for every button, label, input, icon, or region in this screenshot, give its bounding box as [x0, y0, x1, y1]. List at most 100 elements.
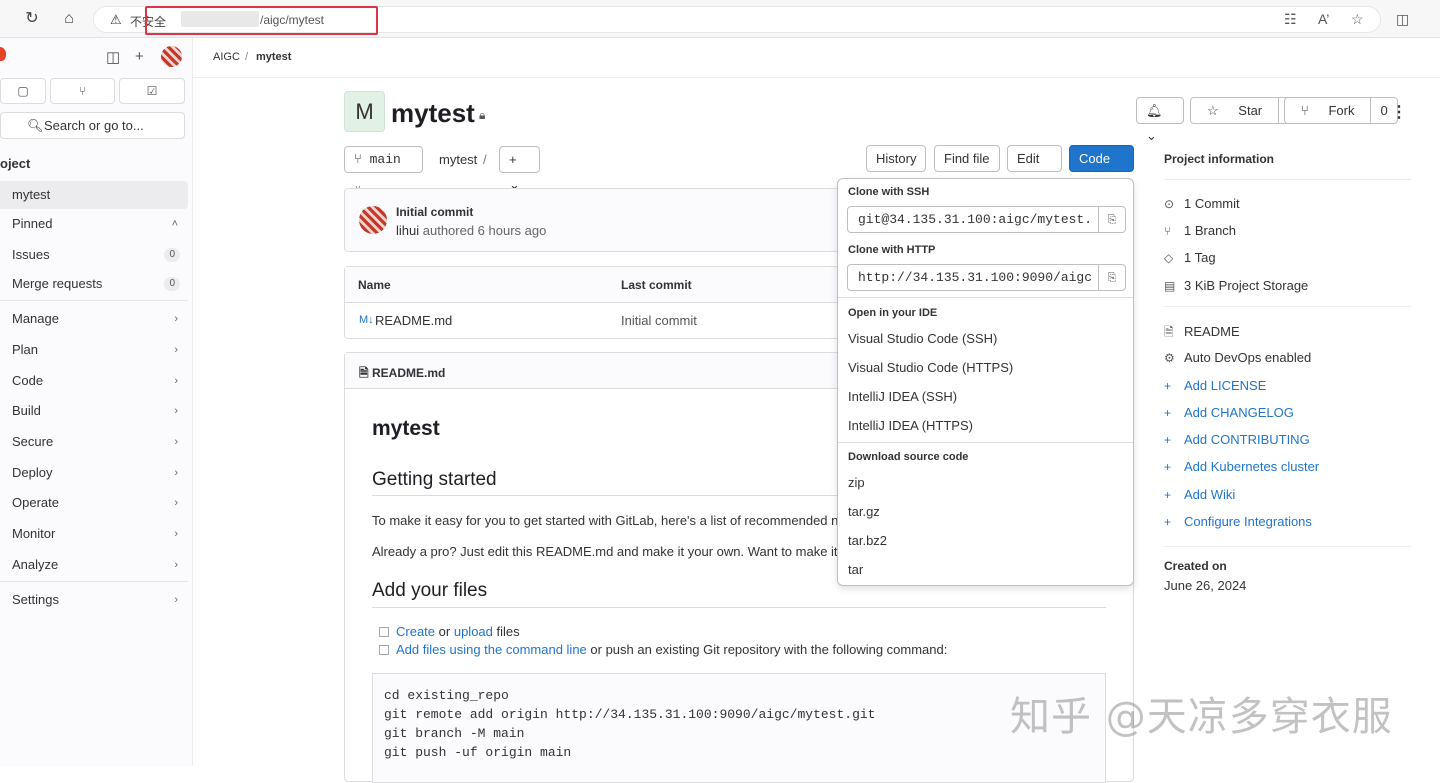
storage-stat[interactable]: ▤ 3 KiB Project Storage: [1164, 278, 1308, 293]
sidebar-item-pinned[interactable]: Pinned ˄: [0, 210, 188, 238]
url-highlight-box: [145, 6, 378, 35]
code-button[interactable]: Code ⌄: [1069, 145, 1134, 191]
created-label: Created on: [1164, 559, 1227, 573]
ide-intellij-ssh[interactable]: IntelliJ IDEA (SSH): [848, 389, 957, 404]
plus-icon: +: [1164, 515, 1172, 529]
sidebar: ◫ + ▢ ⑂ ☑ 🔍︎ Search or go to... oject my…: [0, 38, 193, 766]
todo-shortcut-button[interactable]: ☑: [119, 78, 185, 104]
code-line: cd existing_repo: [384, 688, 509, 703]
read-aloud-icon[interactable]: A’: [1318, 11, 1329, 27]
task-item: Add files using the command line or push…: [379, 642, 947, 657]
ide-vscode-ssh[interactable]: Visual Studio Code (SSH): [848, 331, 997, 346]
page-title: mytest: [391, 98, 475, 128]
sidebar-item-analyze[interactable]: Analyze ›: [0, 551, 188, 579]
commit-author-avatar[interactable]: [359, 206, 387, 234]
breadcrumb-project[interactable]: mytest: [256, 51, 291, 63]
file-icon: 🗎︎: [359, 366, 369, 380]
commits-stat[interactable]: ⊙ 1 Commit: [1164, 196, 1240, 211]
star-icon[interactable]: ☆: [1351, 11, 1364, 28]
repo-path[interactable]: mytest: [439, 152, 477, 167]
notifications-button[interactable]: 🔔︎ ⌄: [1136, 97, 1184, 143]
chevron-up-icon: ˄: [171, 218, 178, 230]
clone-ssh-label: Clone with SSH: [848, 186, 930, 198]
sidebar-item-deploy[interactable]: Deploy ›: [0, 459, 188, 487]
split-view-icon[interactable]: ◫: [1396, 11, 1409, 28]
sidebar-item-manage[interactable]: Manage ›: [0, 305, 188, 333]
gitlab-logo-icon[interactable]: [0, 47, 6, 61]
sidebar-item-operate[interactable]: Operate ›: [0, 489, 188, 517]
add-to-tree-button[interactable]: + ⌄: [499, 146, 540, 192]
clone-ssh-input[interactable]: git@34.135.31.100:aigc/mytest.gi ⎘: [847, 206, 1126, 233]
sidebar-toggle-icon[interactable]: ◫: [106, 48, 120, 66]
branches-stat[interactable]: ⑂ 1 Branch: [1164, 223, 1236, 238]
edit-button[interactable]: Edit ⌄: [1007, 145, 1062, 191]
search-button[interactable]: 🔍︎ Search or go to...: [0, 112, 185, 139]
branch-selector[interactable]: ⑂ main ⌄: [344, 146, 423, 192]
bell-icon: 🔔︎: [1146, 103, 1163, 118]
sidebar-item-code[interactable]: Code ›: [0, 367, 188, 395]
sidebar-item-settings[interactable]: Settings ›: [0, 586, 188, 614]
readme-h1: mytest: [372, 417, 440, 440]
sidebar-item-monitor[interactable]: Monitor ›: [0, 520, 188, 548]
sidebar-item-plan[interactable]: Plan ›: [0, 336, 188, 364]
commit-title[interactable]: Initial commit: [396, 205, 473, 219]
refresh-icon[interactable]: ↻: [23, 10, 41, 28]
star-icon: ☆: [1207, 103, 1219, 118]
user-avatar[interactable]: [161, 46, 182, 67]
commit-author: lihui: [396, 223, 420, 238]
chevron-right-icon: ›: [174, 528, 178, 540]
download-tar[interactable]: tar: [848, 562, 863, 577]
readme-link[interactable]: 🗎︎ README: [1164, 323, 1240, 344]
ide-intellij-https[interactable]: IntelliJ IDEA (HTTPS): [848, 418, 973, 433]
issues-shortcut-button[interactable]: ▢: [0, 78, 46, 104]
file-last-commit[interactable]: Initial commit: [621, 313, 697, 328]
copy-icon[interactable]: ⎘: [1098, 207, 1125, 232]
download-tar-bz2[interactable]: tar.bz2: [848, 533, 887, 548]
add-wiki-link[interactable]: + Add Wiki: [1164, 487, 1235, 502]
task-checkbox[interactable]: [379, 645, 389, 655]
sidebar-item-merge-requests[interactable]: Merge requests 0: [0, 270, 188, 298]
divider: [372, 607, 1106, 608]
sidebar-item-secure[interactable]: Secure ›: [0, 428, 188, 456]
plus-icon: +: [1164, 379, 1172, 393]
upload-link[interactable]: upload: [454, 624, 493, 639]
divider: [838, 297, 1133, 298]
home-icon[interactable]: ⌂: [60, 10, 78, 28]
divider: [1164, 306, 1411, 307]
add-license-link[interactable]: + Add LICENSE: [1164, 378, 1266, 393]
clone-http-input[interactable]: http://34.135.31.100:9090/aigc/m ⎘: [847, 264, 1126, 291]
breadcrumb-group[interactable]: AIGC: [213, 51, 240, 63]
breadcrumb: AIGC / mytest: [193, 38, 1440, 78]
plus-icon[interactable]: +: [135, 48, 144, 65]
add-kubernetes-link[interactable]: + Add Kubernetes cluster: [1164, 459, 1319, 474]
find-file-button[interactable]: Find file: [934, 145, 1000, 172]
history-button[interactable]: History: [866, 145, 927, 172]
readme-title[interactable]: 🗎︎ README.md: [359, 364, 445, 385]
fork-icon: ⑂: [1301, 103, 1309, 118]
ide-vscode-https[interactable]: Visual Studio Code (HTTPS): [848, 360, 1013, 375]
sidebar-divider: [0, 581, 188, 582]
fork-button[interactable]: ⑂ Fork 0: [1284, 97, 1398, 124]
configure-integrations-link[interactable]: + Configure Integrations: [1164, 514, 1312, 529]
sidebar-item-build[interactable]: Build ›: [0, 397, 188, 425]
project-avatar: M: [344, 91, 385, 132]
chevron-right-icon: ›: [174, 559, 178, 571]
download-tar-gz[interactable]: tar.gz: [848, 504, 880, 519]
task-checkbox[interactable]: [379, 627, 389, 637]
sidebar-item-project[interactable]: mytest: [0, 181, 188, 209]
download-zip[interactable]: zip: [848, 475, 865, 490]
more-actions-icon[interactable]: ⋮: [1391, 102, 1407, 122]
tags-stat[interactable]: ◇ 1 Tag: [1164, 250, 1216, 265]
create-link[interactable]: Create: [396, 624, 435, 639]
auto-devops-link[interactable]: ⚙ Auto DevOps enabled: [1164, 350, 1311, 365]
divider: [1164, 179, 1411, 180]
translate-icon[interactable]: ☷: [1284, 11, 1297, 28]
command-line-link[interactable]: Add files using the command line: [396, 642, 587, 657]
copy-icon[interactable]: ⎘: [1098, 265, 1125, 290]
file-name-link[interactable]: README.md: [375, 313, 452, 328]
merge-requests-shortcut-button[interactable]: ⑂: [50, 78, 115, 104]
add-contributing-link[interactable]: + Add CONTRIBUTING: [1164, 432, 1310, 447]
add-changelog-link[interactable]: + Add CHANGELOG: [1164, 405, 1294, 420]
plus-icon: +: [1164, 460, 1172, 474]
sidebar-item-issues[interactable]: Issues 0: [0, 241, 188, 269]
